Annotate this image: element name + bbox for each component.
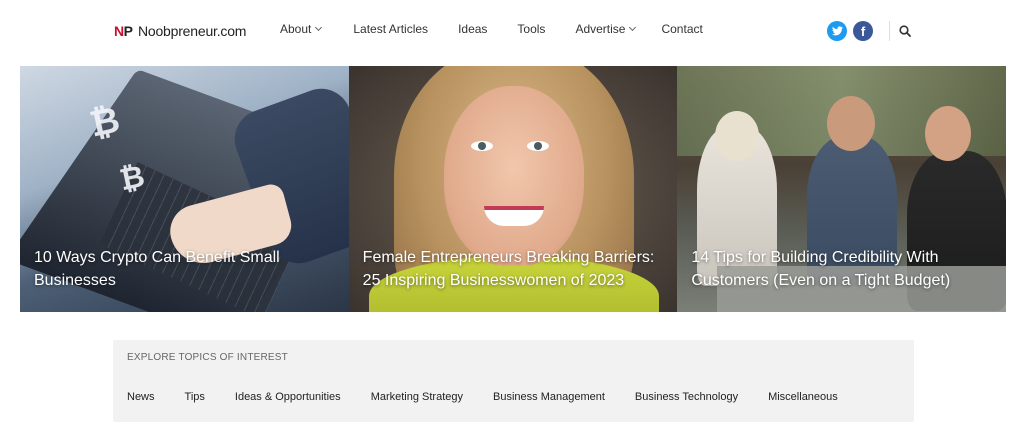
topic-link-tips[interactable]: Tips xyxy=(185,391,205,403)
twitter-bird-glyph xyxy=(832,26,843,36)
nav-item-ideas[interactable]: Ideas xyxy=(458,22,487,36)
chevron-down-icon xyxy=(629,24,636,31)
featured-card-title[interactable]: 14 Tips for Building Credibility With Cu… xyxy=(691,246,994,292)
featured-articles: ₿ ₿ 10 Ways Crypto Can Benefit Small Bus… xyxy=(20,66,1006,312)
nav-item-about[interactable]: About xyxy=(280,22,321,36)
nav-item-latest-articles[interactable]: Latest Articles xyxy=(353,22,428,36)
nav-item-contact[interactable]: Contact xyxy=(661,22,702,36)
nav-label-latest-articles: Latest Articles xyxy=(353,22,428,36)
nav-label-about: About xyxy=(280,22,311,36)
topics-heading: EXPLORE TOPICS OF INTEREST xyxy=(127,352,288,363)
nav-label-contact: Contact xyxy=(661,22,702,36)
featured-card-female-entrepreneurs[interactable]: Female Entrepreneurs Breaking Barriers: … xyxy=(349,66,678,312)
chevron-down-icon xyxy=(315,24,322,31)
facebook-icon[interactable]: f xyxy=(853,21,873,41)
featured-card-title[interactable]: Female Entrepreneurs Breaking Barriers: … xyxy=(363,246,666,292)
twitter-icon[interactable] xyxy=(827,21,847,41)
header-divider xyxy=(889,21,890,41)
search-icon[interactable] xyxy=(899,25,911,37)
featured-card-title[interactable]: 10 Ways Crypto Can Benefit Small Busines… xyxy=(34,246,337,292)
topic-link-business-management[interactable]: Business Management xyxy=(493,391,605,403)
logo-mark-n: N xyxy=(114,23,124,39)
topic-link-business-technology[interactable]: Business Technology xyxy=(635,391,738,403)
topic-link-ideas-opportunities[interactable]: Ideas & Opportunities xyxy=(235,391,341,403)
logo-text: Noobpreneur.com xyxy=(138,23,246,39)
nav-label-tools: Tools xyxy=(517,22,545,36)
featured-card-credibility-tips[interactable]: 14 Tips for Building Credibility With Cu… xyxy=(677,66,1006,312)
nav-label-advertise: Advertise xyxy=(575,22,625,36)
topics-list: News Tips Ideas & Opportunities Marketin… xyxy=(127,391,868,403)
featured-card-crypto[interactable]: ₿ ₿ 10 Ways Crypto Can Benefit Small Bus… xyxy=(20,66,349,312)
main-nav: About Latest Articles Ideas Tools Advert… xyxy=(280,22,703,36)
logo-mark: NP xyxy=(114,23,133,39)
topic-link-news[interactable]: News xyxy=(127,391,155,403)
topics-panel: EXPLORE TOPICS OF INTEREST News Tips Ide… xyxy=(113,340,914,422)
facebook-f-glyph: f xyxy=(861,24,865,39)
topic-link-miscellaneous[interactable]: Miscellaneous xyxy=(768,391,838,403)
topic-link-marketing-strategy[interactable]: Marketing Strategy xyxy=(371,391,463,403)
nav-item-advertise[interactable]: Advertise xyxy=(575,22,635,36)
nav-label-ideas: Ideas xyxy=(458,22,487,36)
logo-mark-p: P xyxy=(124,23,133,39)
site-header: NP Noobpreneur.com About Latest Articles… xyxy=(0,0,1024,64)
nav-item-tools[interactable]: Tools xyxy=(517,22,545,36)
site-logo[interactable]: NP Noobpreneur.com xyxy=(114,20,246,42)
